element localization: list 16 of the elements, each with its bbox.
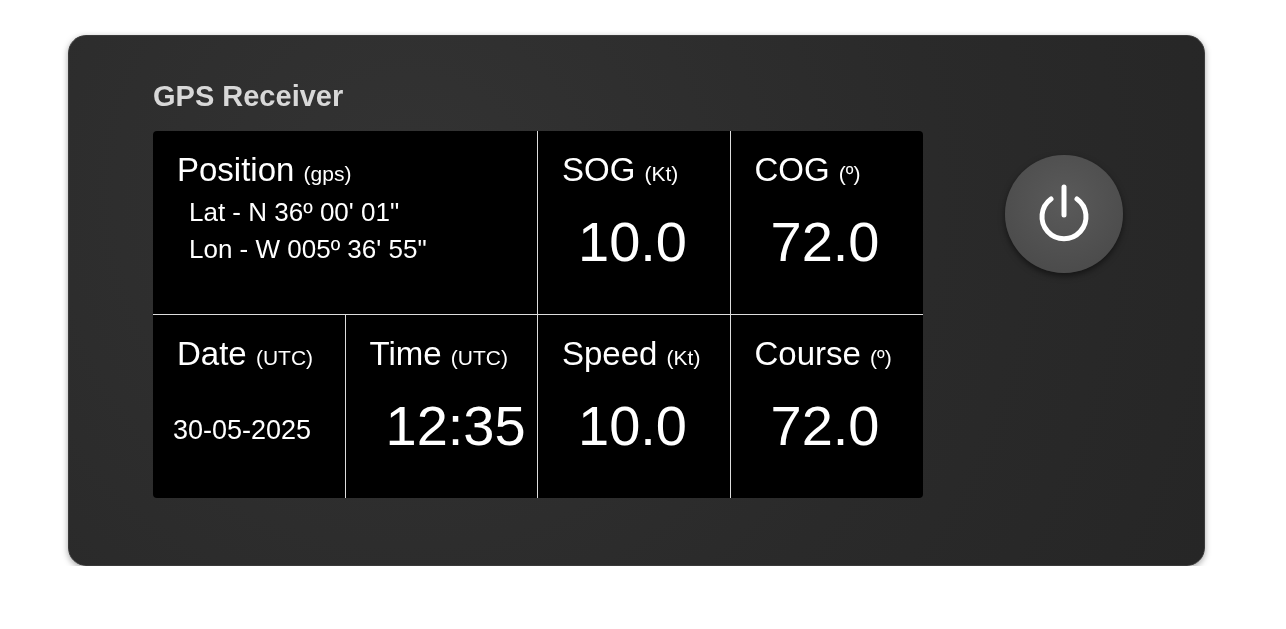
field-value: 10.0 xyxy=(577,392,688,458)
field-label: Course (º) xyxy=(754,334,893,373)
field-label: Position (gps) xyxy=(177,151,353,189)
panel-title: GPS Receiver xyxy=(153,80,345,113)
coordinate-text: Lon - W 005º 36' 55" xyxy=(189,234,428,265)
field-label: Time (UTC) xyxy=(369,334,509,373)
field-label: Date (UTC) xyxy=(177,334,315,373)
field-label: Speed (Kt) xyxy=(562,334,702,373)
field-value: 72.0 xyxy=(769,209,881,274)
field-value: 30-05-2025 xyxy=(173,414,313,446)
field-label: COG (º) xyxy=(754,151,862,189)
field-value: 12:35 xyxy=(384,392,527,458)
field-label: SOG (Kt) xyxy=(562,151,680,189)
field-value: 72.0 xyxy=(769,392,881,458)
coordinate-text: Lat - N 36º 00' 01" xyxy=(189,197,401,228)
field-value: 10.0 xyxy=(577,209,688,274)
